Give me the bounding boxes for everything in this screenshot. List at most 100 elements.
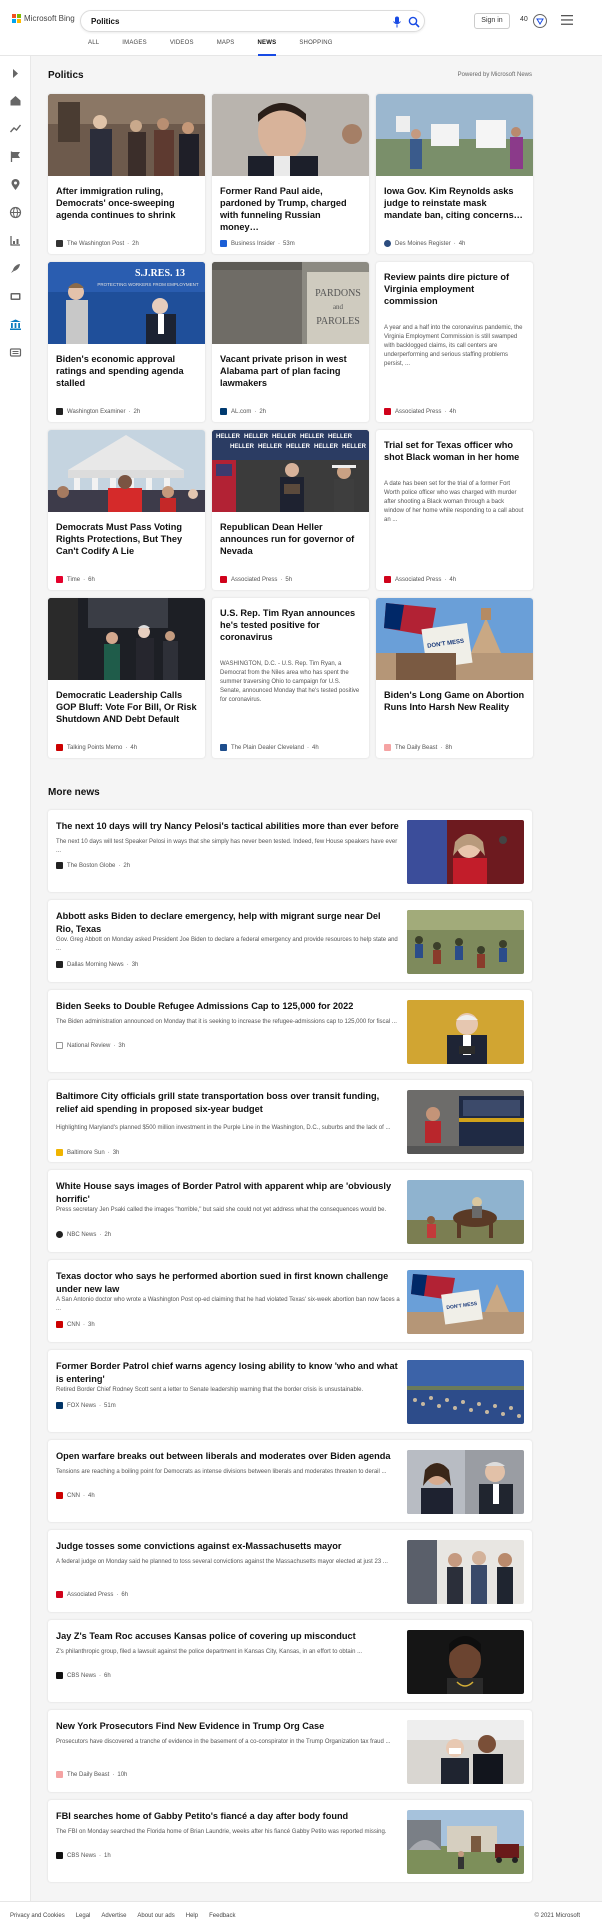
news-headline[interactable]: Democrats Must Pass Voting Rights Protec… [56, 521, 197, 557]
news-list-item[interactable]: Baltimore City officials grill state tra… [48, 1080, 532, 1162]
news-source[interactable]: Business Insider · 53m [220, 240, 295, 247]
footer-link-help[interactable]: Help [186, 1913, 198, 1919]
news-headline[interactable]: Republican Dean Heller announces run for… [220, 521, 361, 557]
footer-link-advertise[interactable]: Advertise [101, 1913, 126, 1919]
rocket-icon[interactable] [9, 262, 22, 275]
tab-shopping[interactable]: SHOPPING [299, 40, 332, 56]
news-headline[interactable]: Biden's economic approval ratings and sp… [56, 353, 197, 389]
news-source[interactable]: CNN · 3h [56, 1321, 95, 1328]
news-source[interactable]: Baltimore Sun · 3h [56, 1149, 119, 1156]
news-headline[interactable]: Judge tosses some convictions against ex… [56, 1540, 400, 1553]
search-icon[interactable] [408, 16, 420, 28]
flag-icon[interactable] [9, 150, 22, 163]
news-source[interactable]: The Boston Globe · 2h [56, 862, 130, 869]
news-headline[interactable]: Trial set for Texas officer who shot Bla… [384, 439, 525, 463]
news-source[interactable]: National Review · 3h [56, 1042, 125, 1049]
news-source[interactable]: Time · 6h [56, 576, 95, 583]
tab-all[interactable]: ALL [88, 40, 99, 56]
news-source[interactable]: Dallas Morning News · 3h [56, 961, 138, 968]
powered-by-label[interactable]: Powered by Microsoft News [458, 72, 532, 78]
tab-videos[interactable]: VIDEOS [170, 40, 194, 56]
news-card[interactable]: Democrats Must Pass Voting Rights Protec… [48, 430, 205, 590]
scale-icon[interactable] [9, 234, 22, 247]
news-headline[interactable]: Vacant private prison in west Alabama pa… [220, 353, 361, 389]
expand-arrow-icon[interactable] [9, 67, 22, 80]
tab-maps[interactable]: MAPS [217, 40, 235, 56]
sign-in-button[interactable]: Sign in [474, 13, 510, 29]
news-source[interactable]: Washington Examiner · 2h [56, 408, 140, 415]
news-list-item[interactable]: Jay Z's Team Roc accuses Kansas police o… [48, 1620, 532, 1702]
tab-images[interactable]: IMAGES [122, 40, 147, 56]
news-headline[interactable]: Democratic Leadership Calls GOP Bluff: V… [56, 689, 197, 725]
footer-link-feedback[interactable]: Feedback [209, 1913, 235, 1919]
footer-link-about-ads[interactable]: About our ads [137, 1913, 174, 1919]
news-card[interactable]: Democratic Leadership Calls GOP Bluff: V… [48, 598, 205, 758]
news-source[interactable]: The Daily Beast · 8h [384, 744, 452, 751]
news-card[interactable]: S.J.RES. 13 PROTECTING WORKERS FROM EMPL… [48, 262, 205, 422]
news-list-item[interactable]: FBI searches home of Gabby Petito's fian… [48, 1800, 532, 1882]
news-card[interactable]: Trial set for Texas officer who shot Bla… [376, 430, 533, 590]
bing-logo[interactable]: Microsoft Bing [12, 14, 75, 23]
tab-news[interactable]: NEWS [257, 40, 277, 56]
news-headline[interactable]: Texas doctor who says he performed abort… [56, 1270, 400, 1295]
location-pin-icon[interactable] [9, 178, 22, 191]
home-icon[interactable] [9, 94, 22, 107]
news-source[interactable]: Talking Points Memo · 4h [56, 744, 137, 751]
news-list-item[interactable]: Judge tosses some convictions against ex… [48, 1530, 532, 1612]
news-card[interactable]: DON'T MESS Biden's Long Game on Abortion… [376, 598, 533, 758]
news-list-item[interactable]: Open warfare breaks out between liberals… [48, 1440, 532, 1522]
news-headline[interactable]: Iowa Gov. Kim Reynolds asks judge to rei… [384, 185, 525, 221]
news-card[interactable]: Former Rand Paul aide, pardoned by Trump… [212, 94, 369, 254]
news-source[interactable]: FOX News · 51m [56, 1402, 116, 1409]
news-list-item[interactable]: Abbott asks Biden to declare emergency, … [48, 900, 532, 982]
news-source[interactable]: The Washington Post · 2h [56, 240, 139, 247]
news-headline[interactable]: FBI searches home of Gabby Petito's fian… [56, 1810, 400, 1823]
footer-link-privacy[interactable]: Privacy and Cookies [10, 1913, 65, 1919]
news-headline[interactable]: New York Prosecutors Find New Evidence i… [56, 1720, 400, 1733]
search-box[interactable] [80, 10, 425, 32]
rewards-points[interactable]: 40 [520, 16, 528, 23]
news-headline[interactable]: After immigration ruling, Democrats' onc… [56, 185, 197, 221]
news-headline[interactable]: Former Rand Paul aide, pardoned by Trump… [220, 185, 361, 233]
news-source[interactable]: The Daily Beast · 10h [56, 1771, 127, 1778]
news-headline[interactable]: Abbott asks Biden to declare emergency, … [56, 910, 400, 935]
news-card[interactable]: Review paints dire picture of Virginia e… [376, 262, 533, 422]
hamburger-menu-icon[interactable] [561, 15, 573, 25]
news-list-item[interactable]: White House says images of Border Patrol… [48, 1170, 532, 1252]
news-headline[interactable]: Review paints dire picture of Virginia e… [384, 271, 525, 307]
search-input[interactable] [91, 15, 361, 28]
news-source[interactable]: Associated Press · 5h [220, 576, 292, 583]
rewards-icon[interactable] [532, 13, 548, 29]
trending-icon[interactable] [9, 122, 22, 135]
globe-icon[interactable] [9, 206, 22, 219]
news-headline[interactable]: Biden's Long Game on Abortion Runs Into … [384, 689, 525, 713]
news-source[interactable]: CBS News · 6h [56, 1672, 111, 1679]
microphone-icon[interactable] [392, 16, 402, 28]
news-source[interactable]: The Plain Dealer Cleveland · 4h [220, 744, 319, 751]
footer-link-legal[interactable]: Legal [76, 1913, 91, 1919]
news-headline[interactable]: Former Border Patrol chief warns agency … [56, 1360, 400, 1385]
news-card[interactable]: PARDONS and PAROLES Vacant private priso… [212, 262, 369, 422]
news-headline[interactable]: Baltimore City officials grill state tra… [56, 1090, 400, 1115]
news-source[interactable]: Des Moines Register · 4h [384, 240, 465, 247]
news-headline[interactable]: White House says images of Border Patrol… [56, 1180, 400, 1205]
news-card[interactable]: After immigration ruling, Democrats' onc… [48, 94, 205, 254]
news-source[interactable]: AL.com · 2h [220, 408, 266, 415]
document-icon[interactable] [9, 346, 22, 359]
news-headline[interactable]: Jay Z's Team Roc accuses Kansas police o… [56, 1630, 400, 1643]
news-card[interactable]: Iowa Gov. Kim Reynolds asks judge to rei… [376, 94, 533, 254]
news-list-item[interactable]: New York Prosecutors Find New Evidence i… [48, 1710, 532, 1792]
politics-building-icon[interactable] [9, 318, 22, 331]
news-headline[interactable]: U.S. Rep. Tim Ryan announces he's tested… [220, 607, 361, 643]
news-card[interactable]: HELLER HELLER HELLER HELLER HELLER HELLE… [212, 430, 369, 590]
news-source[interactable]: Associated Press · 4h [384, 576, 456, 583]
entertainment-icon[interactable] [9, 290, 22, 303]
news-list-item[interactable]: Former Border Patrol chief warns agency … [48, 1350, 532, 1432]
news-list-item[interactable]: Texas doctor who says he performed abort… [48, 1260, 532, 1342]
news-source[interactable]: NBC News · 2h [56, 1231, 111, 1238]
news-card[interactable]: U.S. Rep. Tim Ryan announces he's tested… [212, 598, 369, 758]
news-source[interactable]: Associated Press · 6h [56, 1591, 128, 1598]
news-headline[interactable]: Biden Seeks to Double Refugee Admissions… [56, 1000, 400, 1013]
news-list-item[interactable]: The next 10 days will try Nancy Pelosi's… [48, 810, 532, 892]
news-headline[interactable]: Open warfare breaks out between liberals… [56, 1450, 400, 1463]
